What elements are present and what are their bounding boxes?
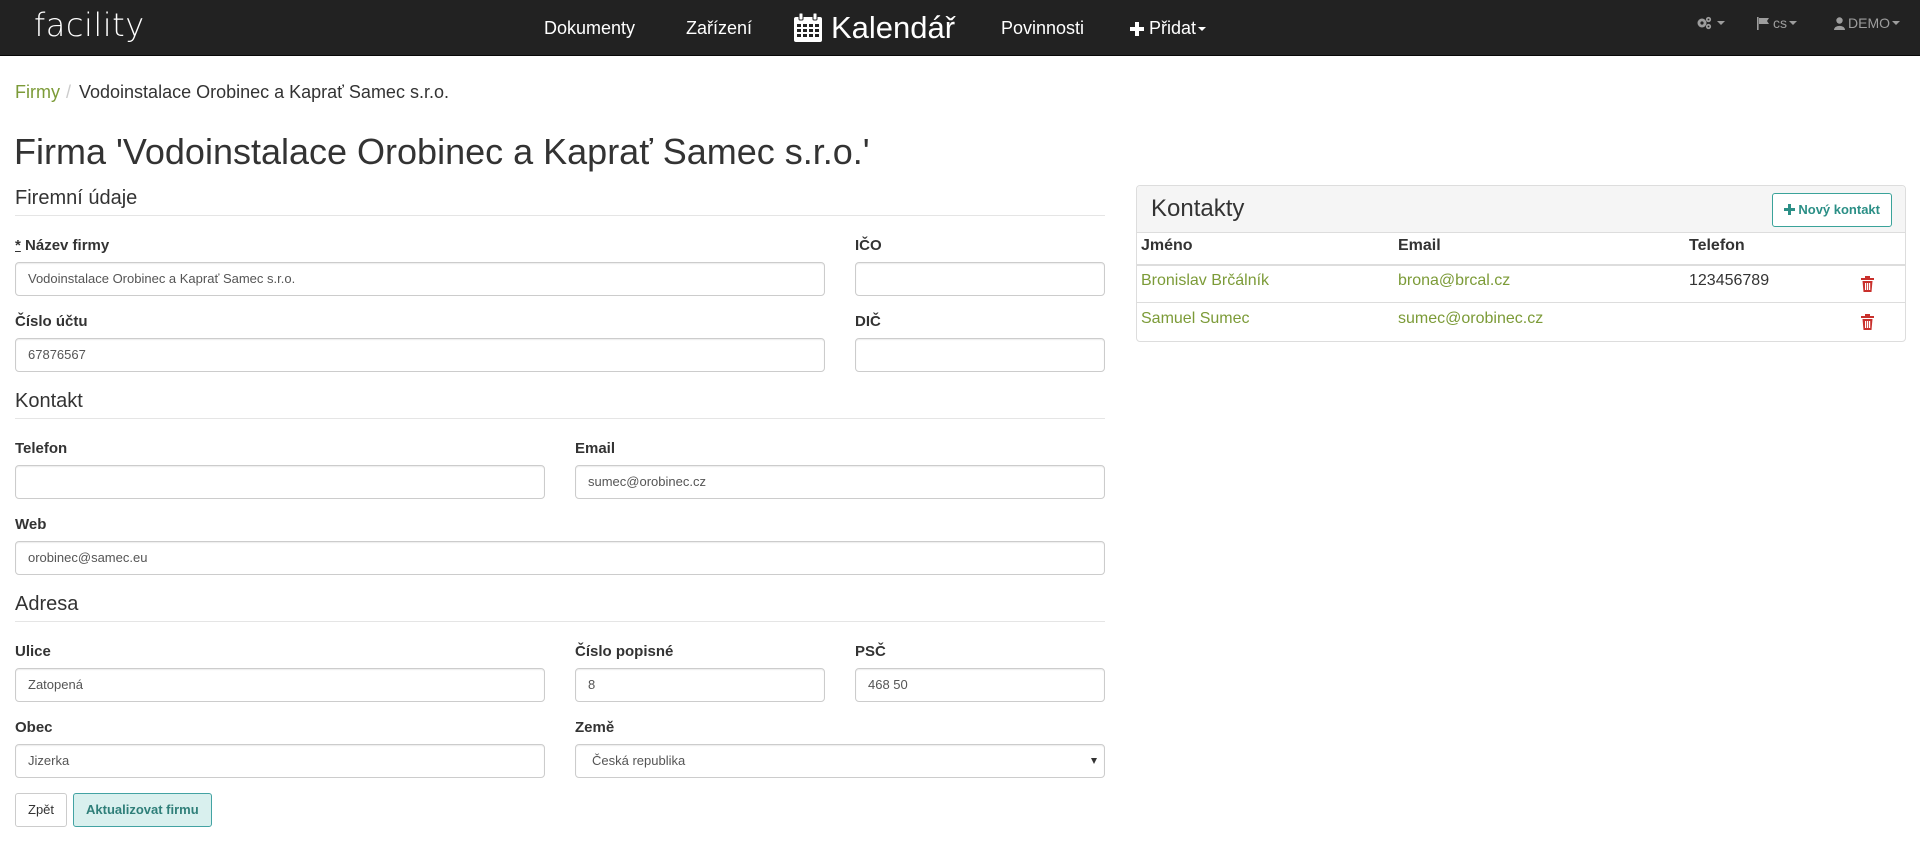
plus-icon bbox=[1130, 22, 1144, 36]
email-label: Email bbox=[575, 440, 616, 457]
phone-input[interactable] bbox=[15, 465, 545, 499]
web-input[interactable]: orobinec@samec.eu bbox=[15, 541, 1105, 575]
contacts-panel-header: Kontakty Nový kontakt bbox=[1137, 186, 1905, 233]
user-dropdown[interactable]: DEMO bbox=[1834, 0, 1900, 46]
city-label: Obec bbox=[15, 719, 53, 736]
cogs-icon bbox=[1697, 16, 1712, 30]
plus-icon bbox=[1784, 204, 1796, 215]
account-input[interactable]: 67876567 bbox=[15, 338, 825, 372]
email-input[interactable]: sumec@orobinec.cz bbox=[575, 465, 1105, 499]
table-row-divider bbox=[1137, 302, 1905, 303]
brand-text: facility bbox=[34, 6, 145, 44]
trash-icon[interactable] bbox=[1861, 314, 1874, 330]
dic-label: DIČ bbox=[855, 313, 881, 330]
table-header-divider bbox=[1137, 264, 1905, 266]
contact-name-link[interactable]: Bronislav Brčálník bbox=[1141, 272, 1269, 290]
web-label: Web bbox=[15, 516, 47, 533]
nav-zarizeni-label: Zařízení bbox=[686, 18, 753, 38]
nav-povinnosti[interactable]: Povinnosti bbox=[1001, 0, 1084, 56]
phone-label: Telefon bbox=[15, 440, 68, 457]
contacts-panel-title: Kontakty bbox=[1151, 195, 1245, 222]
col-header-phone: Telefon bbox=[1689, 237, 1745, 254]
street-input[interactable]: Zatopená bbox=[15, 668, 545, 702]
company-name-label-text: Název firmy bbox=[25, 237, 110, 254]
dic-input[interactable] bbox=[855, 338, 1105, 372]
nav-pridat-label: Přidat bbox=[1149, 18, 1197, 38]
breadcrumb-firmy-link[interactable]: Firmy bbox=[15, 82, 60, 102]
breadcrumb-separator: / bbox=[65, 82, 71, 102]
language-label: cs bbox=[1773, 15, 1787, 31]
country-selected-value: Česká republika bbox=[592, 753, 686, 768]
nav-kalendar-label: Kalendář bbox=[831, 10, 956, 45]
trash-icon[interactable] bbox=[1861, 276, 1874, 292]
required-mark: * bbox=[15, 237, 21, 254]
top-navbar: facility Dokumenty Zařízení Kalendář Pov… bbox=[0, 0, 1920, 56]
user-label: DEMO bbox=[1848, 15, 1890, 31]
ico-label: IČO bbox=[855, 237, 882, 254]
company-name-label: * Název firmy bbox=[15, 237, 109, 254]
ico-input[interactable] bbox=[855, 262, 1105, 296]
street-label: Ulice bbox=[15, 643, 51, 660]
new-contact-button[interactable]: Nový kontakt bbox=[1772, 193, 1892, 227]
city-input[interactable]: Jizerka bbox=[15, 744, 545, 778]
chevron-down-icon bbox=[1717, 21, 1725, 25]
section-address-legend: Adresa bbox=[15, 593, 1105, 622]
country-select[interactable]: Česká republika bbox=[575, 744, 1105, 778]
section-company-legend: Firemní údaje bbox=[15, 187, 1105, 216]
house-number-input[interactable]: 8 bbox=[575, 668, 825, 702]
page-title: Firma 'Vodoinstalace Orobinec a Kaprať S… bbox=[14, 131, 870, 172]
update-company-button[interactable]: Aktualizovat firmu bbox=[73, 793, 212, 827]
nav-zarizeni[interactable]: Zařízení bbox=[686, 0, 752, 56]
nav-dokumenty-label: Dokumenty bbox=[544, 18, 636, 38]
calendar-icon bbox=[794, 12, 822, 42]
chevron-down-icon bbox=[1789, 21, 1797, 25]
contact-phone: 123456789 bbox=[1689, 272, 1770, 289]
col-header-name: Jméno bbox=[1141, 237, 1193, 254]
language-dropdown[interactable]: cs bbox=[1757, 0, 1797, 46]
company-name-input[interactable]: Vodoinstalace Orobinec a Kaprať Samec s.… bbox=[15, 262, 825, 296]
zip-label: PSČ bbox=[855, 643, 886, 660]
brand-logo[interactable]: facility bbox=[34, 6, 145, 44]
contact-email-link[interactable]: brona@brcal.cz bbox=[1398, 272, 1510, 290]
settings-dropdown[interactable] bbox=[1696, 0, 1725, 46]
nav-kalendar[interactable]: Kalendář bbox=[793, 0, 955, 56]
user-icon bbox=[1834, 17, 1845, 30]
nav-pridat-dropdown[interactable]: Přidat bbox=[1130, 0, 1207, 56]
new-contact-label: Nový kontakt bbox=[1798, 202, 1880, 217]
contact-name-link[interactable]: Samuel Sumec bbox=[1141, 310, 1250, 328]
house-number-label: Číslo popisné bbox=[575, 643, 674, 660]
col-header-email: Email bbox=[1398, 237, 1441, 254]
country-label: Země bbox=[575, 719, 615, 736]
zip-input[interactable]: 468 50 bbox=[855, 668, 1105, 702]
section-contact-legend: Kontakt bbox=[15, 390, 1105, 419]
chevron-down-icon bbox=[1198, 27, 1207, 31]
nav-dokumenty[interactable]: Dokumenty bbox=[544, 0, 635, 56]
back-button[interactable]: Zpět bbox=[15, 793, 68, 827]
account-label: Číslo účtu bbox=[15, 313, 88, 330]
contact-email-link[interactable]: sumec@orobinec.cz bbox=[1398, 310, 1543, 328]
breadcrumb-current: Vodoinstalace Orobinec a Kaprať Samec s.… bbox=[79, 82, 449, 102]
flag-icon bbox=[1757, 17, 1769, 30]
select-arrow-icon bbox=[1091, 758, 1097, 764]
breadcrumb: Firmy / Vodoinstalace Orobinec a Kaprať Sa… bbox=[15, 82, 449, 103]
chevron-down-icon bbox=[1892, 21, 1900, 25]
nav-povinnosti-label: Povinnosti bbox=[1001, 18, 1085, 38]
